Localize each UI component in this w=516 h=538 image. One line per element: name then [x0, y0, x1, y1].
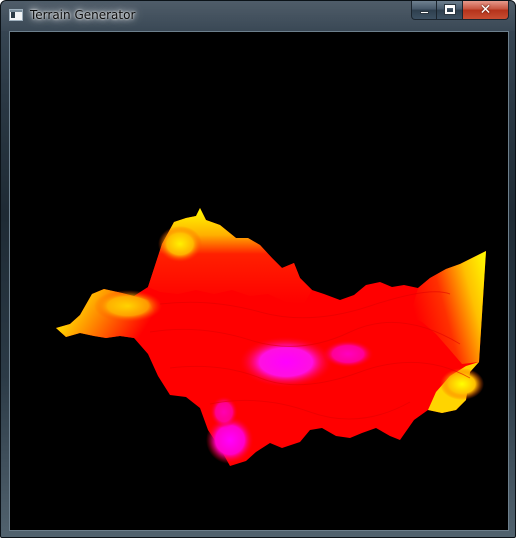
window-controls: ✕: [411, 1, 509, 21]
terrain-render: [41, 208, 486, 466]
window-title: Terrain Generator: [30, 8, 136, 22]
render-viewport[interactable]: [9, 31, 509, 531]
maximize-icon: [437, 1, 462, 19]
close-icon: ✕: [479, 2, 492, 18]
app-window: Terrain Generator ✕: [0, 0, 516, 538]
app-icon[interactable]: [9, 9, 23, 21]
terrain-valley-center: [238, 336, 334, 388]
title-bar[interactable]: Terrain Generator ✕: [1, 1, 515, 29]
close-button[interactable]: ✕: [463, 1, 509, 20]
maximize-button[interactable]: [437, 1, 463, 20]
minimize-icon: [412, 1, 436, 19]
minimize-button[interactable]: [411, 1, 437, 20]
